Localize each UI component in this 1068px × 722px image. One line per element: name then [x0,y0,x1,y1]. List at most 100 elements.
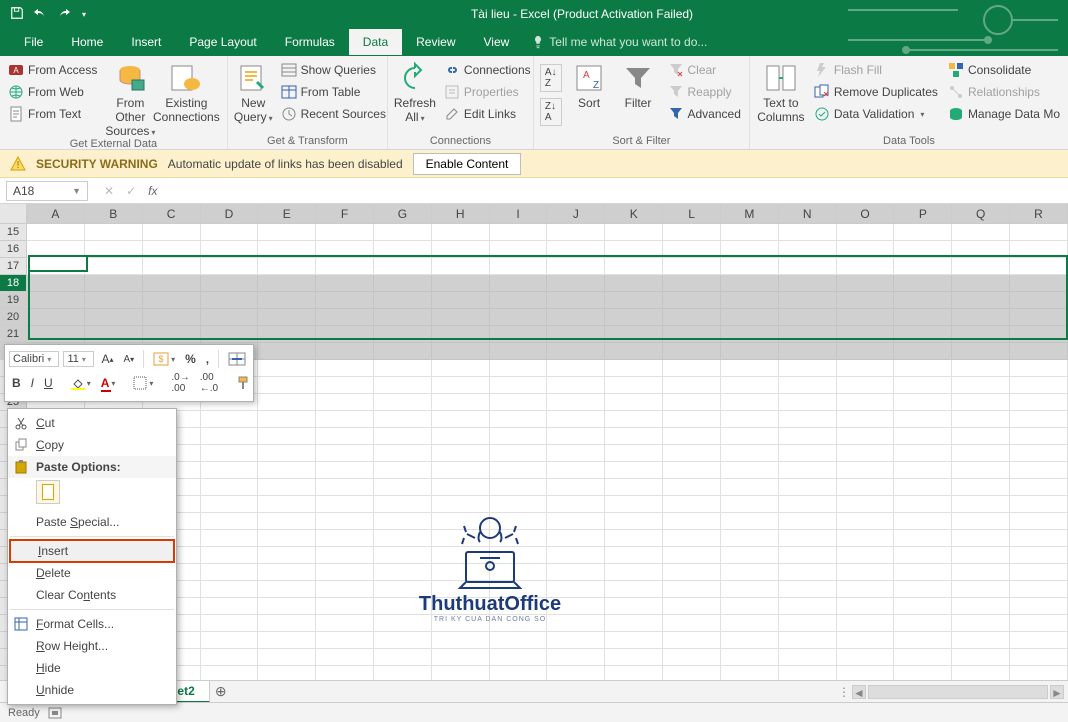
cell[interactable] [258,547,316,564]
cell[interactable] [374,292,432,309]
select-all-button[interactable] [0,204,27,223]
column-header-J[interactable]: J [547,204,605,223]
remove-duplicates-button[interactable]: Remove Duplicates [812,82,940,102]
cell[interactable] [201,241,259,258]
new-query-button[interactable]: New Query▾ [234,60,273,124]
cell[interactable] [374,343,432,360]
cell[interactable] [605,326,663,343]
cell[interactable] [721,326,779,343]
cell[interactable] [374,377,432,394]
cell[interactable] [952,394,1010,411]
cell[interactable] [721,428,779,445]
recent-sources-button[interactable]: Recent Sources [279,104,388,124]
cell[interactable] [490,462,548,479]
cell[interactable] [143,258,201,275]
cell[interactable] [432,377,490,394]
cell[interactable] [952,649,1010,666]
cell[interactable] [1010,615,1068,632]
cell[interactable] [27,224,85,241]
cell[interactable] [316,258,374,275]
cell[interactable] [605,394,663,411]
cell[interactable] [837,326,895,343]
properties-button[interactable]: Properties [442,82,533,102]
cell[interactable] [605,292,663,309]
cell[interactable] [374,224,432,241]
cell[interactable] [316,598,374,615]
cell[interactable] [605,275,663,292]
cell[interactable] [952,632,1010,649]
cell[interactable] [432,343,490,360]
cell[interactable] [1010,428,1068,445]
cell[interactable] [721,394,779,411]
cell[interactable] [952,581,1010,598]
cell[interactable] [779,241,837,258]
cell[interactable] [779,258,837,275]
cell[interactable] [952,309,1010,326]
cell[interactable] [374,649,432,666]
cell[interactable] [894,547,952,564]
cell[interactable] [663,428,721,445]
cell[interactable] [374,462,432,479]
cell[interactable] [779,496,837,513]
refresh-all-button[interactable]: Refresh All▾ [394,60,436,124]
cell[interactable] [663,564,721,581]
cell[interactable] [663,615,721,632]
cell[interactable] [490,326,548,343]
cell[interactable] [605,309,663,326]
from-text-button[interactable]: From Text [6,104,99,124]
cell[interactable] [663,530,721,547]
clear-filter-button[interactable]: Clear [666,60,743,80]
cell[interactable] [837,615,895,632]
cell[interactable] [201,275,259,292]
cell[interactable] [605,428,663,445]
cell[interactable] [894,309,952,326]
cell[interactable] [721,581,779,598]
cell[interactable] [316,581,374,598]
bold-icon[interactable]: B [9,374,24,392]
cell[interactable] [258,445,316,462]
percent-icon[interactable]: % [182,350,199,368]
cell[interactable] [374,411,432,428]
cell[interactable] [721,224,779,241]
cell[interactable] [143,326,201,343]
cell[interactable] [605,224,663,241]
formula-input[interactable] [171,182,1068,200]
cell[interactable] [432,479,490,496]
cell[interactable] [201,632,259,649]
cell[interactable] [663,394,721,411]
cell[interactable] [316,649,374,666]
cell[interactable] [201,258,259,275]
cell[interactable] [663,292,721,309]
undo-icon[interactable] [32,6,48,23]
cell[interactable] [721,377,779,394]
cell[interactable] [1010,513,1068,530]
cell[interactable] [779,649,837,666]
cell[interactable] [779,411,837,428]
cell[interactable] [721,615,779,632]
borders-icon[interactable]: ▾ [130,374,156,392]
cell[interactable] [894,258,952,275]
cell[interactable] [201,564,259,581]
cell[interactable] [85,292,143,309]
text-to-columns-button[interactable]: Text to Columns [756,60,806,124]
cell[interactable] [779,360,837,377]
column-header-E[interactable]: E [258,204,316,223]
enable-content-button[interactable]: Enable Content [413,153,522,175]
cell[interactable] [952,292,1010,309]
cell[interactable] [316,360,374,377]
cell[interactable] [779,598,837,615]
cell[interactable] [547,411,605,428]
cell[interactable] [663,258,721,275]
cell[interactable] [1010,649,1068,666]
relationships-button[interactable]: Relationships [946,82,1062,102]
cell[interactable] [779,479,837,496]
cell[interactable] [201,581,259,598]
cell[interactable] [605,258,663,275]
cell[interactable] [316,513,374,530]
cell[interactable] [258,241,316,258]
cell[interactable] [721,547,779,564]
italic-icon[interactable]: I [28,374,37,392]
cell[interactable] [837,581,895,598]
cell[interactable] [258,632,316,649]
cell[interactable] [837,428,895,445]
